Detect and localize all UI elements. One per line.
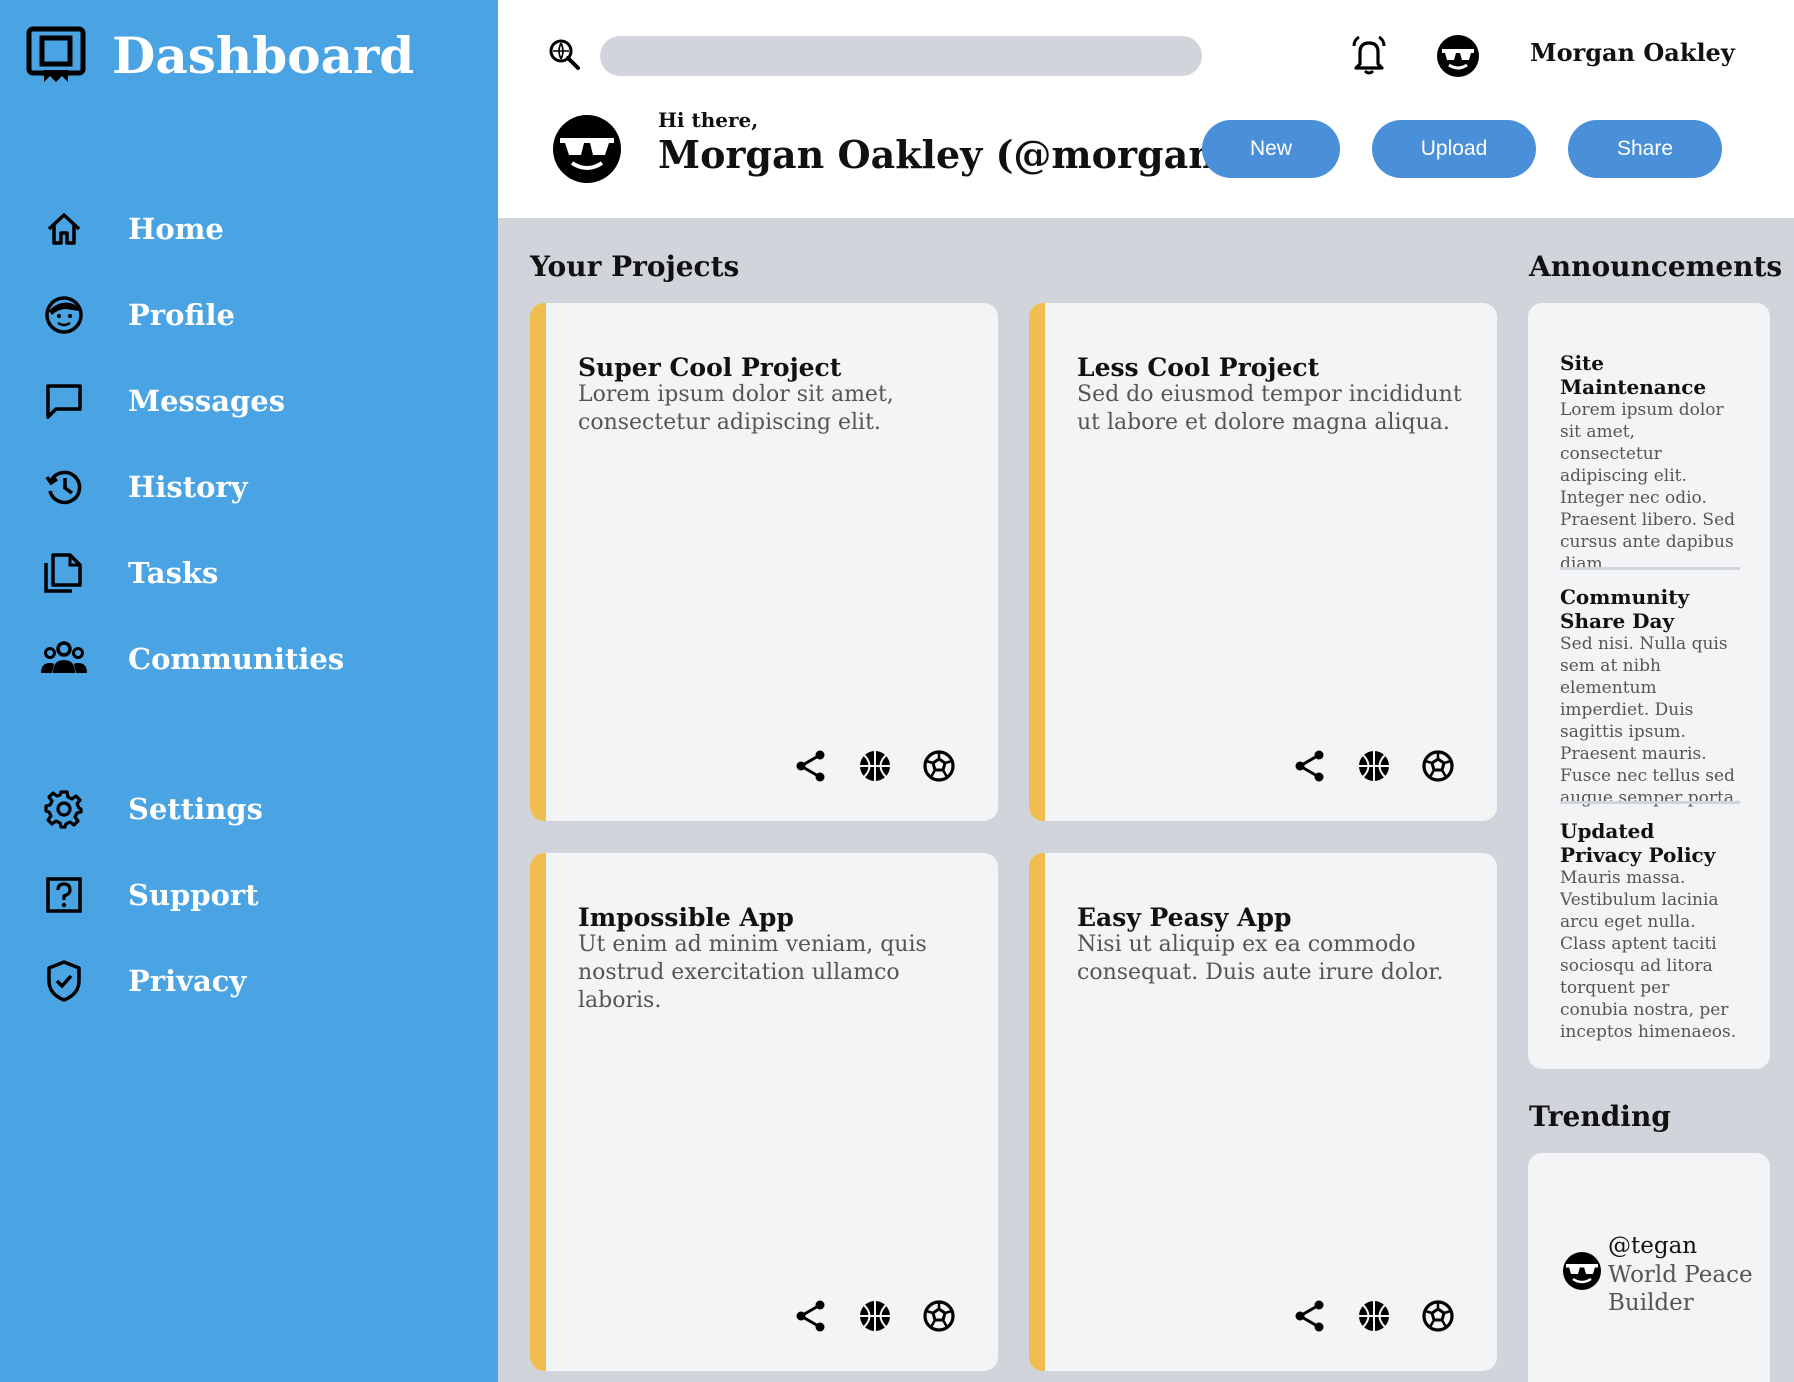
projects-title: Your Projects bbox=[530, 250, 740, 283]
announcement-title: Updated Privacy Policy bbox=[1560, 819, 1716, 867]
card-stripe bbox=[530, 853, 546, 1371]
sidebar-item-label: Support bbox=[128, 878, 259, 912]
sidebar-item-label: Tasks bbox=[128, 556, 219, 590]
sidebar-item-settings[interactable]: Settings bbox=[38, 766, 478, 852]
project-title: Less Cool Project bbox=[1077, 353, 1320, 382]
project-title: Easy Peasy App bbox=[1077, 903, 1292, 932]
basketball-icon[interactable] bbox=[1357, 1299, 1391, 1333]
upload-button[interactable]: Upload bbox=[1372, 120, 1536, 178]
announcements-title: Announcements bbox=[1529, 250, 1783, 283]
card-actions bbox=[794, 749, 956, 783]
share-button[interactable]: Share bbox=[1568, 120, 1722, 178]
sidebar-item-privacy[interactable]: Privacy bbox=[38, 938, 478, 1024]
avatar[interactable] bbox=[1436, 34, 1480, 78]
sidebar-item-history[interactable]: History bbox=[38, 444, 478, 530]
gear-icon bbox=[38, 783, 90, 835]
history-icon bbox=[38, 461, 90, 513]
tasks-icon bbox=[38, 547, 90, 599]
avatar[interactable] bbox=[1562, 1251, 1602, 1291]
divider bbox=[1560, 567, 1740, 570]
bell-icon[interactable] bbox=[1348, 34, 1390, 76]
sidebar-item-label: Communities bbox=[128, 642, 345, 676]
home-icon bbox=[38, 203, 90, 255]
announcement-description: Lorem ipsum dolor sit amet, consectetur … bbox=[1560, 400, 1736, 574]
share-icon[interactable] bbox=[794, 1299, 828, 1333]
soccer-ball-icon[interactable] bbox=[1421, 1299, 1455, 1333]
share-icon[interactable] bbox=[1293, 1299, 1327, 1333]
project-card[interactable]: Easy Peasy App Nisi ut aliquip ex ea com… bbox=[1029, 853, 1497, 1371]
card-stripe bbox=[530, 303, 546, 821]
basketball-icon[interactable] bbox=[858, 1299, 892, 1333]
greeting: Hi there, bbox=[658, 108, 759, 132]
announcement-title: Community Share Day bbox=[1560, 585, 1690, 633]
sidebar-item-profile[interactable]: Profile bbox=[38, 272, 478, 358]
sidebar-item-tasks[interactable]: Tasks bbox=[38, 530, 478, 616]
messages-icon bbox=[38, 375, 90, 427]
communities-icon bbox=[38, 633, 90, 685]
search-icon[interactable] bbox=[548, 38, 582, 72]
header: Morgan Oakley Hi there, Morgan Oakley (@… bbox=[498, 0, 1794, 218]
search-input[interactable] bbox=[600, 36, 1202, 76]
sidebar-item-label: Privacy bbox=[128, 964, 247, 998]
announcements-panel: Site Maintenance Lorem ipsum dolor sit a… bbox=[1528, 303, 1770, 1069]
sidebar-item-communities[interactable]: Communities bbox=[38, 616, 478, 702]
sidebar-nav: Home Profile Messages History Tasks Comm… bbox=[38, 186, 478, 1024]
trending-handle[interactable]: @tegan bbox=[1608, 1233, 1697, 1259]
project-card[interactable]: Super Cool Project Lorem ipsum dolor sit… bbox=[530, 303, 998, 821]
sidebar-item-messages[interactable]: Messages bbox=[38, 358, 478, 444]
share-icon[interactable] bbox=[794, 749, 828, 783]
project-description: Lorem ipsum dolor sit amet, consectetur … bbox=[578, 382, 894, 435]
card-actions bbox=[794, 1299, 956, 1333]
user-name[interactable]: Morgan Oakley bbox=[1530, 38, 1735, 67]
soccer-ball-icon[interactable] bbox=[922, 749, 956, 783]
project-card[interactable]: Less Cool Project Sed do eiusmod tempor … bbox=[1029, 303, 1497, 821]
project-description: Sed do eiusmod tempor incididunt ut labo… bbox=[1077, 382, 1462, 435]
share-icon[interactable] bbox=[1293, 749, 1327, 783]
card-stripe bbox=[1029, 303, 1045, 821]
sidebar-item-label: Profile bbox=[128, 298, 235, 332]
announcement-title: Site Maintenance bbox=[1560, 351, 1707, 399]
announcement-description: Sed nisi. Nulla quis sem at nibh element… bbox=[1560, 634, 1740, 808]
announcement-item[interactable]: Community Share Day Sed nisi. Nulla quis… bbox=[1560, 585, 1740, 809]
project-card[interactable]: Impossible App Ut enim ad minim veniam, … bbox=[530, 853, 998, 1371]
brand[interactable]: Dashboard bbox=[26, 26, 414, 86]
basketball-icon[interactable] bbox=[1357, 749, 1391, 783]
monitor-icon bbox=[26, 26, 86, 86]
trending-title: Trending bbox=[1529, 1100, 1671, 1133]
sidebar-item-label: Settings bbox=[128, 792, 263, 826]
card-actions bbox=[1293, 1299, 1455, 1333]
soccer-ball-icon[interactable] bbox=[1421, 749, 1455, 783]
sidebar: Dashboard Home Profile Messages History bbox=[0, 0, 498, 1382]
shield-icon bbox=[38, 955, 90, 1007]
new-button[interactable]: New bbox=[1202, 120, 1340, 178]
display-name: Morgan Oakley (@morgan) bbox=[658, 132, 1234, 177]
profile-icon bbox=[38, 289, 90, 341]
trending-panel: @tegan World Peace Builder bbox=[1528, 1153, 1770, 1382]
project-title: Super Cool Project bbox=[578, 353, 842, 382]
sidebar-item-label: Home bbox=[128, 212, 224, 246]
project-title: Impossible App bbox=[578, 903, 794, 932]
project-description: Ut enim ad minim veniam, quis nostrud ex… bbox=[578, 932, 927, 1013]
sidebar-item-home[interactable]: Home bbox=[38, 186, 478, 272]
avatar bbox=[552, 114, 622, 184]
project-description: Nisi ut aliquip ex ea commodo consequat.… bbox=[1077, 932, 1444, 985]
divider bbox=[1560, 801, 1740, 804]
brand-title: Dashboard bbox=[112, 26, 415, 85]
soccer-ball-icon[interactable] bbox=[922, 1299, 956, 1333]
announcement-item[interactable]: Site Maintenance Lorem ipsum dolor sit a… bbox=[1560, 351, 1740, 575]
card-actions bbox=[1293, 749, 1455, 783]
sidebar-item-label: History bbox=[128, 470, 248, 504]
help-icon bbox=[38, 869, 90, 921]
sidebar-item-label: Messages bbox=[128, 384, 286, 418]
announcement-item[interactable]: Updated Privacy Policy Mauris massa. Ves… bbox=[1560, 819, 1740, 1043]
basketball-icon[interactable] bbox=[858, 749, 892, 783]
announcement-description: Mauris massa. Vestibulum lacinia arcu eg… bbox=[1560, 868, 1737, 1042]
card-stripe bbox=[1029, 853, 1045, 1371]
sidebar-item-support[interactable]: Support bbox=[38, 852, 478, 938]
trending-description: World Peace Builder bbox=[1608, 1262, 1753, 1316]
